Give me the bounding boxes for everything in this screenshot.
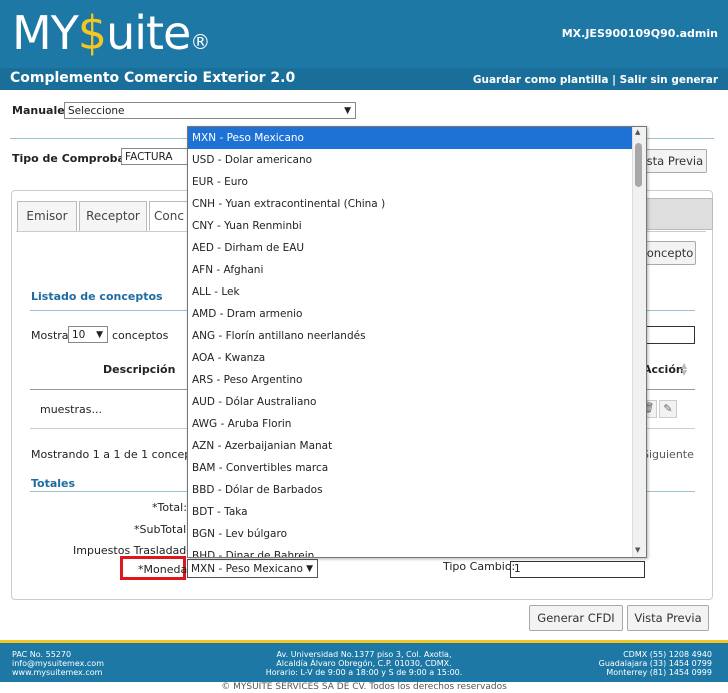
copyright: © MYSUITE SERVICES SA DE CV. Todos los d… xyxy=(0,682,728,693)
currency-option[interactable]: AOA - Kwanza xyxy=(188,347,632,369)
link-separator: | xyxy=(612,74,616,86)
mysuite-logo: MY$uite® xyxy=(12,6,210,60)
manuales-select[interactable]: Seleccione ▼ xyxy=(64,102,356,119)
scroll-up-icon[interactable]: ▲ xyxy=(635,128,640,136)
totales-title: Totales xyxy=(31,477,76,490)
footer-contact: PAC No. 55270 info@mysuitemex.com www.my… xyxy=(12,650,104,677)
currency-option[interactable]: BBD - Dólar de Barbados xyxy=(188,479,632,501)
email-link[interactable]: info@mysuitemex.com xyxy=(12,659,104,668)
currency-option[interactable]: CNH - Yuan extracontinental (China ) xyxy=(188,193,632,215)
tab-receptor[interactable]: Receptor xyxy=(79,201,147,231)
tipo-comprobante-value: FACTURA xyxy=(125,151,173,163)
tab-emisor[interactable]: Emisor xyxy=(17,201,77,231)
save-template-link[interactable]: Guardar como plantilla xyxy=(473,74,609,86)
phone-monterrey: Monterrey (81) 1454 0999 xyxy=(606,668,712,677)
currency-option[interactable]: AED - Dirham de EAU xyxy=(188,237,632,259)
footer-address: Av. Universidad No.1377 piso 3, Col. Axo… xyxy=(250,650,478,677)
currency-option[interactable]: ANG - Florín antillano neerlandés xyxy=(188,325,632,347)
total-label: *Total: xyxy=(152,501,187,514)
moneda-label: *Moneda: xyxy=(138,563,191,576)
currency-option[interactable]: AZN - Azerbaijanian Manat xyxy=(188,435,632,457)
currency-option[interactable]: EUR - Euro xyxy=(188,171,632,193)
manuales-value: Seleccione xyxy=(68,105,125,117)
chevron-down-icon: ▼ xyxy=(344,106,351,116)
address-line-3: Horario: L-V de 9:00 a 18:00 y S de 9:00… xyxy=(265,668,463,677)
exit-without-generating-link[interactable]: Salir sin generar xyxy=(620,74,718,86)
pencil-icon[interactable]: ✎ xyxy=(659,400,677,418)
currency-option[interactable]: ARS - Peso Argentino xyxy=(188,369,632,391)
currency-option[interactable]: BAM - Convertibles marca xyxy=(188,457,632,479)
sort-icon[interactable]: ▲ ▼ xyxy=(681,362,687,377)
tab-strip-end xyxy=(645,198,713,230)
vista-previa-button[interactable]: Vista Previa xyxy=(627,605,709,631)
currency-option[interactable]: BDT - Taka xyxy=(188,501,632,523)
table-row-description: muestras... xyxy=(40,403,102,416)
tipo-cambio-input[interactable]: 1 xyxy=(510,561,645,578)
tipo-cambio-label: Tipo Cambio: xyxy=(443,560,516,573)
chevron-down-icon: ▼ xyxy=(96,330,103,340)
chevron-down-icon: ▼ xyxy=(306,564,313,574)
currency-option[interactable]: AMD - Dram armenio xyxy=(188,303,632,325)
currency-option[interactable]: USD - Dolar americano xyxy=(188,149,632,171)
scrollbar[interactable] xyxy=(632,127,646,557)
currency-option[interactable]: ALL - Lek xyxy=(188,281,632,303)
page-size-select[interactable]: 10 ▼ xyxy=(68,326,108,343)
currency-option[interactable]: AUD - Dólar Australiano xyxy=(188,391,632,413)
phone-guadalajara: Guadalajara (33) 1454 0799 xyxy=(598,659,712,668)
next-page-link[interactable]: Siguiente xyxy=(642,448,694,461)
page-title: Complemento Comercio Exterior 2.0 xyxy=(10,70,296,86)
mostrar-label: Mostrar xyxy=(31,329,74,342)
subtotal-label: *SubTotal: xyxy=(134,523,190,536)
pagination-info: Mostrando 1 a 1 de 1 conceptos xyxy=(31,448,208,461)
currency-option[interactable]: BGN - Lev búlgaro xyxy=(188,523,632,545)
generar-cfdi-button[interactable]: Generar CFDI xyxy=(529,605,623,631)
web-link[interactable]: www.mysuitemex.com xyxy=(12,668,104,677)
pac-number: PAC No. 55270 xyxy=(12,650,72,659)
currency-option[interactable]: AFN - Afghani xyxy=(188,259,632,281)
scroll-down-icon[interactable]: ▼ xyxy=(635,546,640,554)
currency-option[interactable]: BHD - Dinar de Bahrein xyxy=(188,545,632,557)
moneda-select[interactable]: MXN - Peso Mexicano ▼ xyxy=(187,559,318,578)
listado-conceptos-title: Listado de conceptos xyxy=(31,290,163,303)
currency-option[interactable]: MXN - Peso Mexicano xyxy=(188,127,632,149)
page-size-value: 10 xyxy=(72,329,86,341)
user-account[interactable]: MX.JES900109Q90.admin xyxy=(562,27,718,40)
search-input[interactable] xyxy=(645,326,695,344)
address-line-1: Av. Universidad No.1377 piso 3, Col. Axo… xyxy=(276,650,452,659)
footer-phones: CDMX (55) 1208 4940 Guadalajara (33) 145… xyxy=(599,650,712,677)
currency-option[interactable]: CNY - Yuan Renminbi xyxy=(188,215,632,237)
header-links: Guardar como plantilla | Salir sin gener… xyxy=(473,74,718,86)
scrollbar-thumb[interactable] xyxy=(635,143,642,187)
phone-cdmx: CDMX (55) 1208 4940 xyxy=(623,650,712,659)
moneda-value: MXN - Peso Mexicano xyxy=(191,563,303,575)
currency-dropdown-list[interactable]: MXN - Peso Mexicano USD - Dolar americano… xyxy=(187,126,647,558)
conceptos-word: conceptos xyxy=(112,329,169,342)
col-descripcion[interactable]: Descripción xyxy=(103,363,175,376)
address-line-2: Alcaldía Álvaro Obregón, C.P. 01030, CDM… xyxy=(276,659,452,668)
tab-conceptos[interactable]: Conc xyxy=(149,201,189,231)
col-accion[interactable]: Acción xyxy=(643,363,684,376)
currency-option[interactable]: AWG - Aruba Florin xyxy=(188,413,632,435)
tipo-comprobante-select[interactable]: FACTURA xyxy=(121,148,189,165)
